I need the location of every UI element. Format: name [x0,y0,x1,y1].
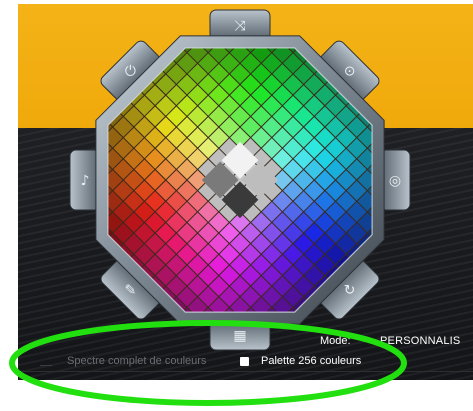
palette-option[interactable]: Palette 256 couleurs [240,355,361,367]
panel-bottom-border [18,371,473,372]
palette-icon[interactable]: ✎ [125,283,137,299]
target-icon[interactable]: ◎ [389,173,401,189]
spectre-checkbox[interactable] [40,365,52,366]
color-wheel-graphic: ⤨ ⊙ ◎ ↻ ▦ ✎ ♪ ⏻ [69,9,411,351]
cycle-icon[interactable]: ↻ [344,283,356,299]
color-tile [71,117,91,137]
color-tile [389,117,409,137]
music-icon[interactable]: ♪ [81,173,90,189]
palette-label: Palette 256 couleurs [261,355,362,367]
mode-label: Mode: [320,335,351,347]
screenshot-stage: ⤨ ⊙ ◎ ↻ ▦ ✎ ♪ ⏻ Mode: PERSONNALIS Spectre compl… [0,0,473,411]
refresh-icon[interactable]: ⊙ [344,63,356,79]
power-icon[interactable]: ⏻ [125,63,136,79]
color-tile-grid [71,11,409,349]
color-tile [177,329,197,349]
color-tile [389,223,409,243]
shuffle-icon[interactable]: ⤨ [234,18,246,34]
spectre-option[interactable]: Spectre complet de couleurs [40,355,206,367]
color-tile [283,11,303,31]
spectre-label: Spectre complet de couleurs [67,355,207,367]
color-tile [177,11,197,31]
color-tile [283,329,303,349]
palette-checkbox[interactable] [240,356,249,366]
grid-icon[interactable]: ▦ [233,328,246,344]
color-tile [71,223,91,243]
mode-value: PERSONNALIS [380,335,461,347]
